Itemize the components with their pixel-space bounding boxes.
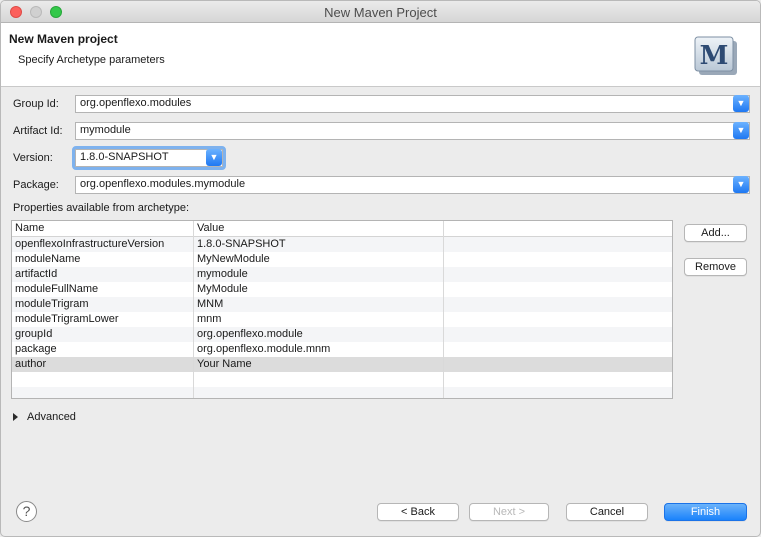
- new-maven-project-dialog: New Maven Project New Maven project Spec…: [0, 0, 761, 537]
- property-name: moduleFullName: [15, 283, 99, 295]
- property-value: MNM: [197, 298, 224, 310]
- property-value: mymodule: [197, 268, 248, 280]
- column-header-value[interactable]: Value: [197, 222, 224, 234]
- table-row-empty: [12, 372, 672, 387]
- column-divider[interactable]: [193, 221, 194, 398]
- group-id-label: Group Id:: [13, 98, 59, 110]
- property-value: org.openflexo.module.mnm: [197, 343, 331, 355]
- title-bar: New Maven Project: [1, 1, 760, 23]
- table-row[interactable]: [12, 327, 672, 342]
- wizard-header: New Maven project Specify Archetype para…: [1, 23, 760, 87]
- disclosure-triangle-icon: [13, 413, 18, 421]
- property-value: MyModule: [197, 283, 248, 295]
- back-button[interactable]: < Back: [377, 503, 459, 521]
- artifact-id-label: Artifact Id:: [13, 125, 63, 137]
- help-icon[interactable]: ?: [16, 501, 37, 522]
- advanced-toggle[interactable]: Advanced: [13, 411, 76, 423]
- table-row[interactable]: [12, 267, 672, 282]
- property-value: Your Name: [197, 358, 252, 370]
- page-title: New Maven project: [9, 32, 118, 46]
- property-value: 1.8.0-SNAPSHOT: [197, 238, 286, 250]
- chevron-down-icon: ▼: [209, 152, 219, 162]
- cancel-button[interactable]: Cancel: [566, 503, 648, 521]
- add-property-button[interactable]: Add...: [684, 224, 747, 242]
- advanced-label: Advanced: [27, 411, 76, 423]
- maven-logo-letter: M: [700, 41, 729, 71]
- chevron-down-icon: ▼: [736, 125, 746, 135]
- property-value: mnm: [197, 313, 222, 325]
- version-combo[interactable]: 1.8.0-SNAPSHOT: [75, 149, 223, 167]
- column-header-name[interactable]: Name: [15, 222, 44, 234]
- column-divider: [443, 221, 444, 398]
- page-subtitle: Specify Archetype parameters: [18, 54, 165, 66]
- property-name: moduleTrigram: [15, 298, 89, 310]
- table-row-empty: [12, 387, 672, 398]
- package-combo[interactable]: org.openflexo.modules.mymodule: [75, 176, 750, 194]
- property-value: MyNewModule: [197, 253, 270, 265]
- table-row[interactable]: [12, 297, 672, 312]
- artifact-id-combo[interactable]: mymodule: [75, 122, 750, 140]
- property-name: moduleTrigramLower: [15, 313, 119, 325]
- table-row[interactable]: [12, 342, 672, 357]
- group-id-dropdown-button[interactable]: ▼: [733, 95, 749, 112]
- next-button[interactable]: Next >: [469, 503, 549, 521]
- table-row[interactable]: [12, 282, 672, 297]
- properties-label: Properties available from archetype:: [13, 202, 190, 214]
- properties-table[interactable]: Name Value openflexoInfrastructureVersio…: [11, 220, 673, 399]
- version-dropdown-button[interactable]: ▼: [206, 149, 222, 166]
- chevron-down-icon: ▼: [736, 179, 746, 189]
- property-name: author: [15, 358, 47, 370]
- chevron-down-icon: ▼: [736, 98, 746, 108]
- package-dropdown-button[interactable]: ▼: [733, 176, 749, 193]
- version-label: Version:: [13, 152, 53, 164]
- property-name: package: [15, 343, 57, 355]
- property-value: org.openflexo.module: [197, 328, 303, 340]
- maven-logo-icon: M: [694, 36, 737, 75]
- finish-button[interactable]: Finish: [664, 503, 747, 521]
- window-title: New Maven Project: [324, 5, 437, 20]
- property-name: artifactId: [15, 268, 58, 280]
- group-id-combo[interactable]: org.openflexo.modules: [75, 95, 750, 113]
- property-name: moduleName: [15, 253, 81, 265]
- package-label: Package:: [13, 179, 59, 191]
- table-row-selected[interactable]: [12, 357, 672, 372]
- artifact-id-dropdown-button[interactable]: ▼: [733, 122, 749, 139]
- table-header: Name Value: [12, 221, 672, 237]
- remove-property-button[interactable]: Remove: [684, 258, 747, 276]
- property-name: openflexoInfrastructureVersion: [15, 238, 165, 250]
- property-name: groupId: [15, 328, 53, 340]
- table-row[interactable]: [12, 252, 672, 267]
